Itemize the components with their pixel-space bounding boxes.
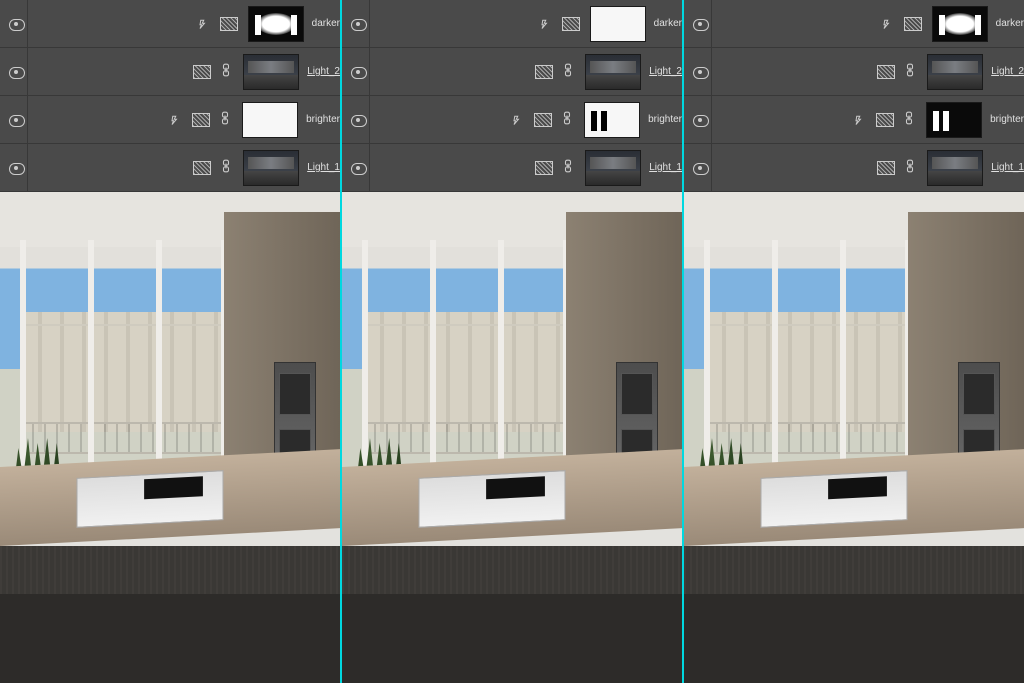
layer-name[interactable]: brighter [648, 114, 682, 125]
link-icon[interactable] [221, 159, 235, 176]
layer-name[interactable]: Light_2 [307, 66, 340, 77]
layer-thumbnail[interactable] [585, 150, 641, 186]
link-icon[interactable] [905, 63, 919, 80]
adjustment-icon[interactable] [562, 17, 580, 31]
visibility-toggle[interactable] [688, 96, 712, 143]
variant-column-1: darker Light_2 brighter Light_1 [0, 0, 340, 683]
visibility-toggle[interactable] [688, 0, 712, 47]
fx-icon[interactable] [196, 18, 210, 30]
visibility-toggle[interactable] [346, 144, 370, 191]
adjustment-icon[interactable] [876, 113, 894, 127]
link-icon[interactable] [905, 159, 919, 176]
layer-row[interactable]: Light_1 [684, 144, 1024, 192]
layer-name[interactable]: Light_1 [307, 162, 340, 173]
fx-icon[interactable] [510, 114, 524, 126]
layers-panel: darker Light_2 brighter Light_1 [0, 0, 340, 192]
layer-row[interactable]: Light_2 [342, 48, 682, 96]
visibility-toggle[interactable] [688, 48, 712, 95]
layer-row[interactable]: brighter [342, 96, 682, 144]
eye-icon [693, 19, 707, 29]
link-icon[interactable] [221, 63, 235, 80]
layer-name[interactable]: darker [654, 18, 682, 29]
layer-row[interactable]: darker [0, 0, 340, 48]
layer-row[interactable]: Light_1 [342, 144, 682, 192]
adjustment-icon[interactable] [877, 161, 895, 175]
adjustment-icon[interactable] [220, 17, 238, 31]
adjustment-icon[interactable] [192, 113, 210, 127]
visibility-toggle[interactable] [4, 48, 28, 95]
fx-icon[interactable] [168, 114, 182, 126]
visibility-toggle[interactable] [4, 96, 28, 143]
variant-column-3: darker Light_2 brighter Light_1 [684, 0, 1024, 683]
layer-thumbnail[interactable] [243, 54, 299, 90]
layer-thumbnail[interactable] [585, 54, 641, 90]
layer-mask-thumbnail[interactable] [926, 102, 982, 138]
adjustment-icon[interactable] [904, 17, 922, 31]
eye-icon [693, 115, 707, 125]
layer-mask-thumbnail[interactable] [590, 6, 646, 42]
visibility-toggle[interactable] [4, 0, 28, 47]
layer-name[interactable]: darker [996, 18, 1024, 29]
eye-icon [351, 19, 365, 29]
eye-icon [9, 19, 23, 29]
layer-name[interactable]: Light_2 [649, 66, 682, 77]
link-icon[interactable] [563, 63, 577, 80]
layer-row[interactable]: darker [342, 0, 682, 48]
fx-icon[interactable] [880, 18, 894, 30]
eye-icon [351, 115, 365, 125]
layer-thumbnail[interactable] [927, 54, 983, 90]
layers-panel: darker Light_2 brighter Light_1 [684, 0, 1024, 192]
layer-thumbnail[interactable] [243, 150, 299, 186]
layer-mask-thumbnail[interactable] [584, 102, 640, 138]
layer-row[interactable]: darker [684, 0, 1024, 48]
layer-mask-thumbnail[interactable] [932, 6, 988, 42]
layer-row[interactable]: brighter [0, 96, 340, 144]
visibility-toggle[interactable] [346, 0, 370, 47]
layer-row[interactable]: Light_2 [684, 48, 1024, 96]
adjustment-icon[interactable] [193, 65, 211, 79]
layer-name[interactable]: brighter [306, 114, 340, 125]
link-icon[interactable] [904, 111, 918, 128]
layers-panel: darker Light_2 brighter Light_1 [342, 0, 682, 192]
eye-icon [693, 67, 707, 77]
variant-column-2: darker Light_2 brighter Light_1 [342, 0, 682, 683]
eye-icon [9, 67, 23, 77]
layer-name[interactable]: Light_1 [991, 162, 1024, 173]
layer-name[interactable]: Light_1 [649, 162, 682, 173]
kitchen-render [0, 192, 340, 683]
link-icon[interactable] [220, 111, 234, 128]
layer-mask-thumbnail[interactable] [242, 102, 298, 138]
visibility-toggle[interactable] [346, 96, 370, 143]
kitchen-render [342, 192, 682, 683]
layer-row[interactable]: Light_1 [0, 144, 340, 192]
eye-icon [351, 163, 365, 173]
layer-row[interactable]: Light_2 [0, 48, 340, 96]
adjustment-icon[interactable] [535, 161, 553, 175]
adjustment-icon[interactable] [535, 65, 553, 79]
eye-icon [9, 163, 23, 173]
eye-icon [351, 67, 365, 77]
adjustment-icon[interactable] [877, 65, 895, 79]
adjustment-icon[interactable] [534, 113, 552, 127]
visibility-toggle[interactable] [4, 144, 28, 191]
fx-icon[interactable] [852, 114, 866, 126]
adjustment-icon[interactable] [193, 161, 211, 175]
link-icon[interactable] [563, 159, 577, 176]
visibility-toggle[interactable] [688, 144, 712, 191]
visibility-toggle[interactable] [346, 48, 370, 95]
fx-icon[interactable] [538, 18, 552, 30]
layer-name[interactable]: darker [312, 18, 340, 29]
layer-mask-thumbnail[interactable] [248, 6, 304, 42]
layer-thumbnail[interactable] [927, 150, 983, 186]
eye-icon [9, 115, 23, 125]
layer-name[interactable]: Light_2 [991, 66, 1024, 77]
link-icon[interactable] [562, 111, 576, 128]
layer-name[interactable]: brighter [990, 114, 1024, 125]
kitchen-render [684, 192, 1024, 683]
layer-row[interactable]: brighter [684, 96, 1024, 144]
eye-icon [693, 163, 707, 173]
